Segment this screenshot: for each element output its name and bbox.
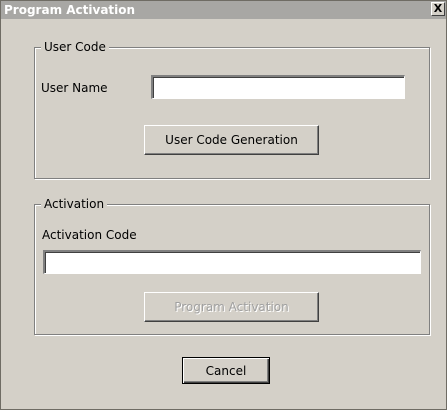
user-name-label: User Name [41, 81, 108, 95]
user-name-input[interactable] [151, 75, 405, 99]
program-activation-dialog: Program Activation X User Code User Name… [0, 0, 447, 410]
cancel-button[interactable]: Cancel [182, 357, 270, 384]
close-icon: X [433, 2, 443, 15]
program-activation-button: Program Activation [144, 292, 319, 322]
close-button[interactable]: X [431, 2, 445, 16]
user-code-legend: User Code [41, 40, 109, 55]
activation-code-input[interactable] [43, 250, 421, 274]
activation-group: Activation Activation Code Program Activ… [34, 197, 430, 335]
user-code-group: User Code User Name User Code Generation [34, 40, 430, 179]
title-bar[interactable]: Program Activation X [1, 1, 446, 19]
activation-legend: Activation [41, 197, 108, 212]
user-code-generation-button[interactable]: User Code Generation [144, 125, 319, 155]
activation-code-label: Activation Code [42, 228, 137, 242]
window-title: Program Activation [4, 3, 136, 17]
